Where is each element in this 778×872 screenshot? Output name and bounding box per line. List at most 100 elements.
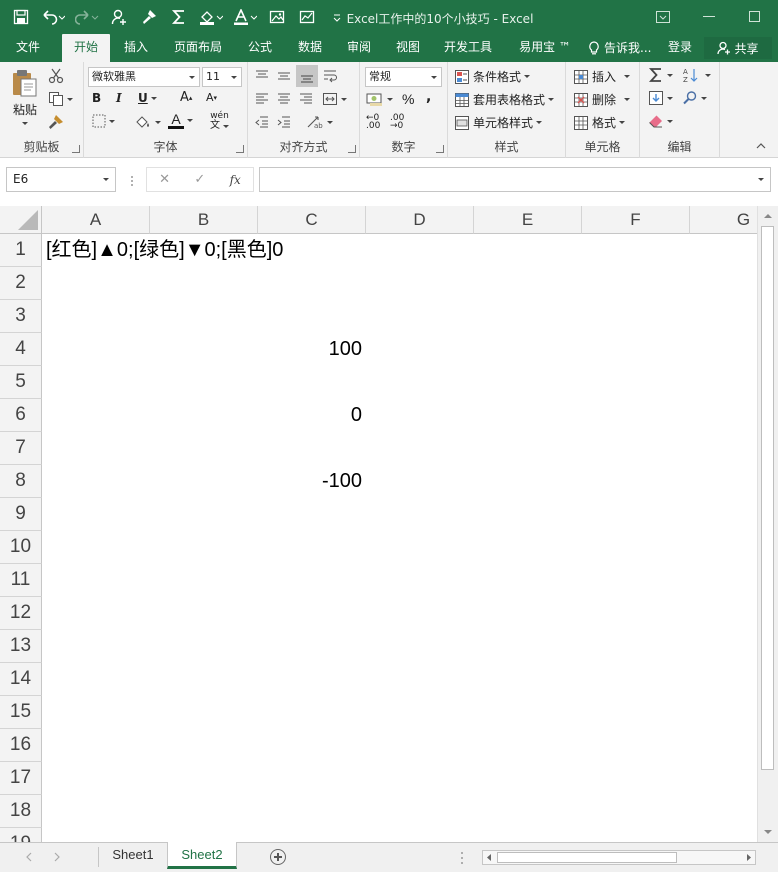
autosum-button[interactable]: [648, 67, 673, 83]
font-launcher-icon[interactable]: [236, 145, 244, 153]
insert-cells-button[interactable]: 插入: [573, 68, 631, 85]
tab-data[interactable]: 数据: [288, 34, 332, 62]
delete-cells-button[interactable]: 删除: [573, 91, 631, 108]
undo-icon[interactable]: [38, 5, 68, 29]
column-header-c[interactable]: C: [258, 206, 366, 234]
row-header-12[interactable]: 12: [0, 597, 42, 630]
column-header-d[interactable]: D: [366, 206, 474, 234]
redo-icon[interactable]: [72, 5, 102, 29]
align-top-button[interactable]: [254, 68, 270, 84]
row-header-11[interactable]: 11: [0, 564, 42, 597]
font-color-icon[interactable]: [230, 5, 260, 29]
column-header-b[interactable]: B: [150, 206, 258, 234]
conditional-formatting-button[interactable]: 条件格式: [454, 68, 531, 85]
cell-a1[interactable]: [红色]▲0;[绿色]▼0;[黑色]0: [46, 234, 283, 266]
picture-icon[interactable]: [264, 5, 290, 29]
scroll-down-icon[interactable]: [762, 826, 774, 838]
decrease-decimal-button[interactable]: .00 →0: [390, 114, 404, 131]
cell-styles-button[interactable]: 单元格样式: [454, 114, 543, 131]
row-header-13[interactable]: 13: [0, 630, 42, 663]
name-box[interactable]: E6: [6, 167, 116, 192]
cell-c4[interactable]: 100: [258, 333, 362, 365]
select-all-corner[interactable]: [0, 206, 42, 234]
confirm-entry-icon[interactable]: ✓: [194, 172, 205, 187]
accounting-format-button[interactable]: [366, 91, 393, 107]
borders-button[interactable]: [92, 114, 115, 128]
clipboard-launcher-icon[interactable]: [72, 145, 80, 153]
format-painter-button[interactable]: [48, 114, 64, 130]
merge-center-button[interactable]: [322, 91, 347, 107]
row-header-1[interactable]: 1: [0, 234, 42, 267]
row-header-10[interactable]: 10: [0, 531, 42, 564]
tab-view[interactable]: 视图: [386, 34, 430, 62]
row-header-7[interactable]: 7: [0, 432, 42, 465]
fill-color-button[interactable]: [134, 114, 161, 130]
align-middle-button[interactable]: [276, 68, 292, 84]
percent-style-button[interactable]: %: [402, 91, 414, 107]
copy-button[interactable]: [48, 91, 73, 107]
underline-button[interactable]: U: [138, 91, 157, 105]
increase-font-button[interactable]: A ▴: [180, 90, 192, 105]
column-header-a[interactable]: A: [42, 206, 150, 234]
cell-c6[interactable]: 0: [258, 399, 362, 431]
prev-sheet-icon[interactable]: [24, 851, 34, 863]
sheet-tab-sheet2[interactable]: Sheet2: [167, 842, 237, 869]
column-header-g[interactable]: G: [690, 206, 757, 234]
add-sheet-icon[interactable]: [270, 849, 286, 865]
wrap-text-button[interactable]: [322, 68, 340, 84]
tab-formulas[interactable]: 公式: [238, 34, 282, 62]
sheet-tab-sheet1[interactable]: Sheet1: [100, 842, 166, 869]
formula-bar-resize-handle[interactable]: [130, 175, 134, 187]
scroll-left-icon[interactable]: [485, 853, 494, 862]
row-header-6[interactable]: 6: [0, 399, 42, 432]
autosum-icon[interactable]: [166, 5, 192, 29]
align-bottom-button[interactable]: [296, 65, 318, 87]
row-header-16[interactable]: 16: [0, 729, 42, 762]
ribbon-display-options-icon[interactable]: [640, 0, 686, 34]
row-header-15[interactable]: 15: [0, 696, 42, 729]
share-button[interactable]: 共享: [704, 37, 772, 59]
clear-button[interactable]: [648, 113, 673, 129]
maximize-icon[interactable]: [732, 0, 778, 34]
decrease-font-button[interactable]: A ▾: [206, 91, 217, 104]
alignment-launcher-icon[interactable]: [348, 145, 356, 153]
save-icon[interactable]: [8, 5, 34, 29]
vertical-scroll-thumb[interactable]: [761, 226, 774, 770]
chart-icon[interactable]: [294, 5, 320, 29]
comma-style-button[interactable]: ,: [426, 89, 431, 105]
scroll-right-icon[interactable]: [744, 853, 753, 862]
horizontal-scroll-thumb[interactable]: [497, 852, 677, 863]
tab-insert[interactable]: 插入: [114, 34, 158, 62]
tab-easy-tool[interactable]: 易用宝 ™: [508, 34, 582, 62]
row-header-8[interactable]: 8: [0, 465, 42, 498]
decrease-indent-button[interactable]: [254, 114, 270, 130]
user-add-icon[interactable]: [106, 5, 132, 29]
collapse-ribbon-icon[interactable]: [756, 142, 766, 150]
find-select-button[interactable]: [682, 90, 707, 106]
fill-button[interactable]: [648, 90, 673, 106]
align-center-button[interactable]: [276, 91, 292, 107]
row-header-4[interactable]: 4: [0, 333, 42, 366]
paste-button[interactable]: 粘贴: [8, 68, 42, 125]
format-painter-icon[interactable]: [136, 5, 162, 29]
tab-home[interactable]: 开始: [62, 34, 110, 62]
bold-button[interactable]: B: [92, 91, 101, 105]
number-launcher-icon[interactable]: [436, 145, 444, 153]
tab-file[interactable]: 文件: [6, 34, 50, 62]
row-header-19[interactable]: 19: [0, 828, 42, 842]
horizontal-scrollbar[interactable]: [482, 850, 756, 865]
next-sheet-icon[interactable]: [52, 851, 62, 863]
tab-review[interactable]: 审阅: [337, 34, 381, 62]
format-cells-button[interactable]: 格式: [573, 114, 626, 131]
row-header-9[interactable]: 9: [0, 498, 42, 531]
row-header-14[interactable]: 14: [0, 663, 42, 696]
row-header-18[interactable]: 18: [0, 795, 42, 828]
row-header-5[interactable]: 5: [0, 366, 42, 399]
sort-filter-button[interactable]: AZ: [682, 67, 711, 83]
column-header-e[interactable]: E: [474, 206, 582, 234]
scroll-up-icon[interactable]: [762, 210, 774, 222]
insert-function-icon[interactable]: fx: [230, 173, 241, 187]
worksheet-grid[interactable]: ABCDEFG 12345678910111213141516171819 [红…: [0, 206, 757, 842]
cell-c8[interactable]: -100: [258, 465, 362, 497]
orientation-button[interactable]: ab: [306, 114, 333, 130]
